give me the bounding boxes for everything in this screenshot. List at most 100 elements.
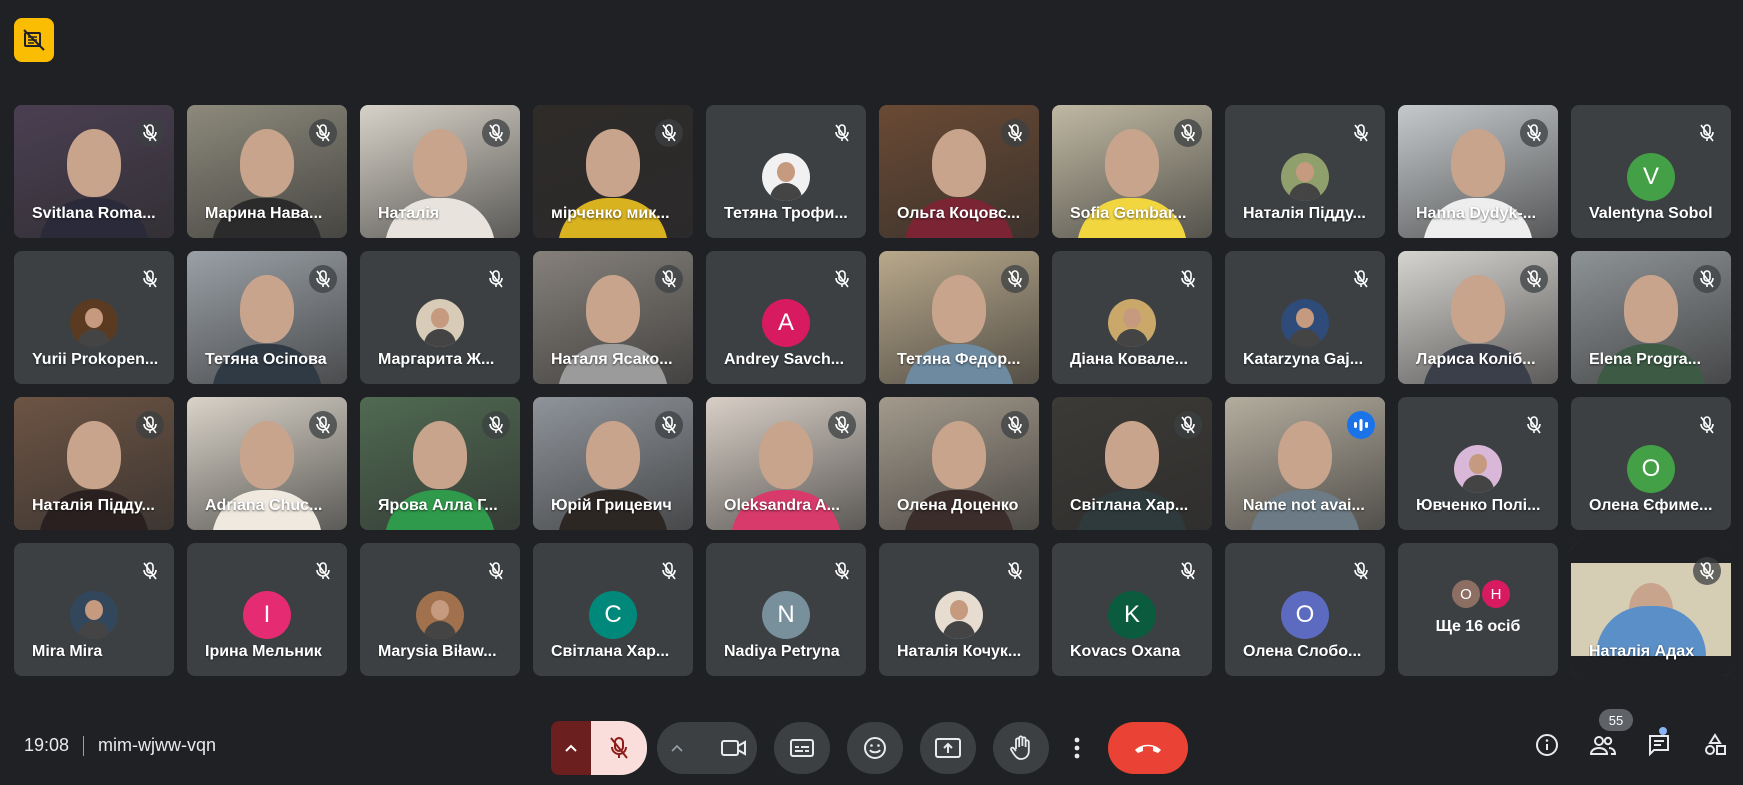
participant-face: [67, 420, 121, 489]
participant-tile[interactable]: Sofia Gembar...: [1052, 105, 1212, 238]
participant-tile[interactable]: Марина Нава...: [187, 105, 347, 238]
people-icon: [1589, 736, 1617, 755]
participant-name: Олена Доценко: [897, 497, 1019, 514]
participant-tile[interactable]: Наталія: [360, 105, 520, 238]
participant-tile[interactable]: Наталія Підду...: [14, 397, 174, 530]
meeting-code[interactable]: mim-wjww-vqn: [98, 735, 216, 756]
participant-tile[interactable]: Ювченко Полі...: [1398, 397, 1558, 530]
participant-tile[interactable]: мірченко мик...: [533, 105, 693, 238]
mic-off-icon: [1520, 265, 1548, 293]
participant-tile[interactable]: О Олена Слобо...: [1225, 543, 1385, 676]
participant-tile[interactable]: О Олена Єфиме...: [1571, 397, 1731, 530]
mic-toggle-button[interactable]: [591, 721, 647, 775]
participant-face: [759, 420, 813, 489]
participant-tile[interactable]: Katarzyna Gaj...: [1225, 251, 1385, 384]
participant-tile[interactable]: Ярова Алла Г...: [360, 397, 520, 530]
participant-tile[interactable]: Тетяна Трофи...: [706, 105, 866, 238]
participant-tile[interactable]: N Nadiya Petryna: [706, 543, 866, 676]
microphone-control: [551, 721, 647, 775]
participant-tile[interactable]: Лариса Коліб...: [1398, 251, 1558, 384]
participant-tile[interactable]: Mira Mira: [14, 543, 174, 676]
activities-icon: [1705, 733, 1726, 755]
participant-tile[interactable]: Name not avai...: [1225, 397, 1385, 530]
participant-face: [586, 274, 640, 343]
participant-tile[interactable]: Наталя Ясако...: [533, 251, 693, 384]
mic-off-icon: [655, 119, 683, 147]
participant-tile[interactable]: Oleksandra A...: [706, 397, 866, 530]
participant-tile[interactable]: Ольга Коцовс...: [879, 105, 1039, 238]
camera-control[interactable]: [657, 722, 757, 774]
emoji-reactions-button[interactable]: [847, 722, 903, 774]
people-button[interactable]: [1583, 725, 1623, 765]
captions-button[interactable]: [774, 722, 830, 774]
participant-name: Тетяна Трофи...: [724, 205, 848, 222]
participant-name: Світлана Хар...: [1070, 497, 1189, 514]
participant-face: [240, 274, 294, 343]
avatar-initial: K: [1108, 591, 1156, 639]
mic-off-icon: [309, 411, 337, 439]
participant-tile[interactable]: Наталія Підду...: [1225, 105, 1385, 238]
participant-tile[interactable]: Олена Доценко: [879, 397, 1039, 530]
participant-tile[interactable]: Hanna Dydyk-...: [1398, 105, 1558, 238]
participant-name: Наталія: [378, 205, 440, 222]
more-avatars: ОН: [1450, 578, 1512, 610]
audio-options-button[interactable]: [551, 721, 591, 775]
participant-tile[interactable]: Marysia Biław...: [360, 543, 520, 676]
avatar-initial: С: [589, 591, 637, 639]
meeting-details-button[interactable]: [1527, 725, 1567, 765]
more-options-icon: [1074, 737, 1080, 759]
participant-name: Nadiya Petryna: [724, 643, 840, 660]
participant-tile[interactable]: Yurii Prokopen...: [14, 251, 174, 384]
participant-name: Adriana Chuc...: [205, 497, 323, 514]
participant-tile[interactable]: Svitlana Roma...: [14, 105, 174, 238]
participant-grid: Svitlana Roma... Марина Нава... Наталія мір…: [14, 105, 1731, 676]
mic-off-icon: [1347, 119, 1375, 147]
participant-face: [240, 128, 294, 197]
participant-face: [932, 128, 986, 197]
avatar-initial: V: [1627, 153, 1675, 201]
mic-off-icon: [1693, 265, 1721, 293]
participant-tile[interactable]: Тетяна Осіпова: [187, 251, 347, 384]
participant-tile[interactable]: Наталія Адах: [1571, 543, 1731, 676]
participant-name: Тетяна Федор...: [897, 351, 1021, 368]
participant-tile[interactable]: І Ірина Мельник: [187, 543, 347, 676]
more-options-button[interactable]: [1066, 722, 1088, 774]
participant-tile[interactable]: A Andrey Savch...: [706, 251, 866, 384]
mic-off-icon: [309, 265, 337, 293]
participant-name: Наталія Кочук...: [897, 643, 1022, 660]
present-now-button[interactable]: [920, 722, 976, 774]
leave-call-button[interactable]: [1108, 722, 1188, 774]
more-participants-tile[interactable]: О Н Ще 16 осіб: [1398, 543, 1558, 676]
mic-off-icon: [1693, 119, 1721, 147]
raise-hand-button[interactable]: [993, 722, 1049, 774]
participant-tile[interactable]: K Kovacs Oxana: [1052, 543, 1212, 676]
no-recording-badge-icon[interactable]: [14, 18, 54, 62]
participant-tile[interactable]: Юрій Грицевич: [533, 397, 693, 530]
participant-tile[interactable]: Світлана Хар...: [1052, 397, 1212, 530]
mic-off-icon: [1347, 557, 1375, 585]
avatar-photo: [416, 299, 464, 347]
participant-tile[interactable]: Тетяна Федор...: [879, 251, 1039, 384]
mic-off-icon: [610, 737, 628, 759]
participant-tile[interactable]: Діана Ковале...: [1052, 251, 1212, 384]
divider: [83, 735, 85, 756]
participant-tile[interactable]: V Valentynа Sobol: [1571, 105, 1731, 238]
participant-name: Sofia Gembar...: [1070, 205, 1187, 222]
participant-tile[interactable]: С Світлана Хар...: [533, 543, 693, 676]
mic-off-icon: [828, 411, 856, 439]
mic-off-icon: [482, 119, 510, 147]
participant-tile[interactable]: Elena Progra...: [1571, 251, 1731, 384]
mic-off-icon: [1001, 119, 1029, 147]
avatar-photo: [1281, 299, 1329, 347]
avatar-photo: [1281, 153, 1329, 201]
participant-tile[interactable]: Adriana Chuc...: [187, 397, 347, 530]
chat-button[interactable]: [1639, 725, 1679, 765]
video-camera-icon: [721, 740, 746, 756]
participant-tile[interactable]: Маргарита Ж...: [360, 251, 520, 384]
avatar: Н: [1480, 578, 1512, 610]
participant-tile[interactable]: Наталія Кочук...: [879, 543, 1039, 676]
chevron-up-icon: [565, 744, 577, 752]
activities-button[interactable]: [1695, 725, 1735, 765]
mic-off-icon: [655, 411, 683, 439]
participant-face: [1105, 128, 1159, 197]
